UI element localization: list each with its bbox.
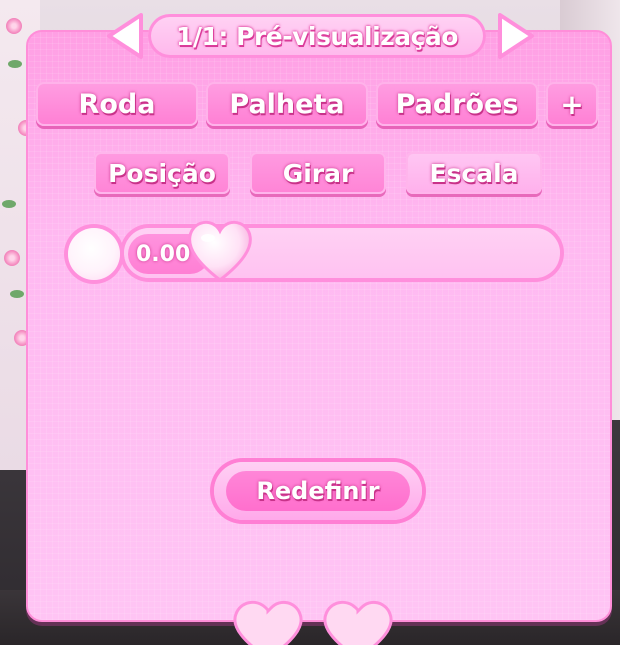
heart-icon — [323, 600, 393, 645]
tab-roda[interactable]: Roda — [36, 82, 198, 126]
leaf-decoration — [2, 200, 16, 208]
flower-decoration — [4, 250, 20, 266]
next-button[interactable] — [494, 10, 538, 62]
heart-icon — [233, 600, 303, 645]
leaf-decoration — [10, 290, 24, 298]
add-tab-button[interactable]: + — [546, 82, 598, 126]
title-bar: 1/1: Pré-visualização — [148, 14, 486, 58]
reset-button-label: Redefinir — [226, 471, 410, 511]
subtab-posicao[interactable]: Posição — [94, 152, 230, 194]
subtab-girar[interactable]: Girar — [250, 152, 386, 194]
reset-button[interactable]: Redefinir — [214, 462, 422, 520]
triangle-left-icon — [107, 13, 143, 59]
slider-handle[interactable] — [184, 216, 256, 284]
leaf-decoration — [8, 60, 22, 68]
subtab-escala[interactable]: Escala — [406, 152, 542, 194]
tab-padroes[interactable]: Padrões — [376, 82, 538, 126]
heart-icon — [188, 220, 252, 282]
tab-palheta[interactable]: Palheta — [206, 82, 368, 126]
flower-decoration — [6, 18, 22, 34]
page-title: 1/1: Pré-visualização — [176, 21, 458, 51]
previous-button[interactable] — [103, 10, 147, 62]
slider-toggle-circle[interactable] — [68, 228, 120, 280]
triangle-right-icon — [498, 13, 534, 59]
